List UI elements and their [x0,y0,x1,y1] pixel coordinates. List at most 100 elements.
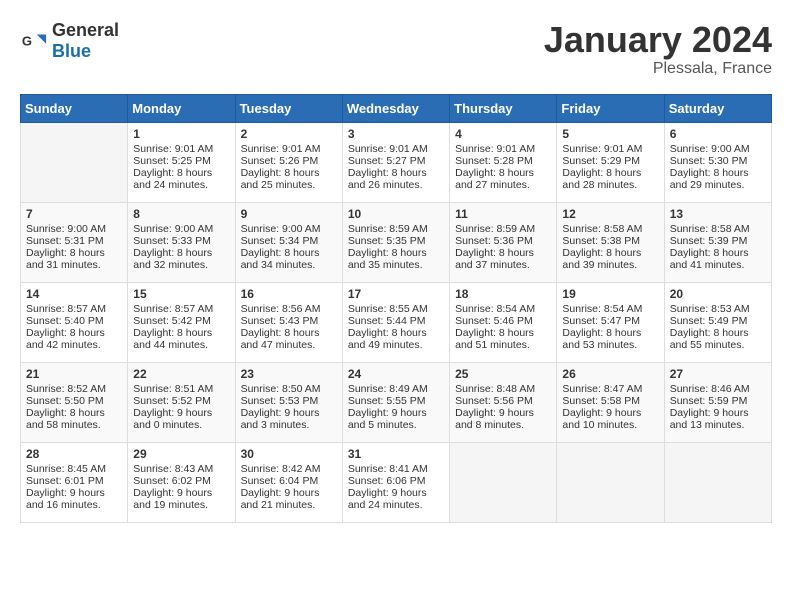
day-number: 19 [562,287,658,301]
daylight-label: Daylight: 8 hours and 49 minutes. [348,327,444,351]
sunrise-text: Sunrise: 9:01 AM [348,143,444,155]
daylight-label: Daylight: 9 hours and 10 minutes. [562,407,658,431]
calendar-cell: 21 Sunrise: 8:52 AM Sunset: 5:50 PM Dayl… [21,362,128,442]
day-number: 16 [241,287,337,301]
calendar-cell: 30 Sunrise: 8:42 AM Sunset: 6:04 PM Dayl… [235,442,342,522]
sunset-text: Sunset: 5:33 PM [133,235,229,247]
sunrise-text: Sunrise: 8:47 AM [562,383,658,395]
col-sunday: Sunday [21,94,128,122]
sunset-text: Sunset: 5:44 PM [348,315,444,327]
calendar-cell: 9 Sunrise: 9:00 AM Sunset: 5:34 PM Dayli… [235,202,342,282]
calendar-week-row: 1 Sunrise: 9:01 AM Sunset: 5:25 PM Dayli… [21,122,772,202]
day-number: 9 [241,207,337,221]
sunset-text: Sunset: 5:29 PM [562,155,658,167]
calendar-cell [557,442,664,522]
sunrise-text: Sunrise: 8:54 AM [562,303,658,315]
logo-general: General [52,20,119,40]
day-number: 28 [26,447,122,461]
daylight-label: Daylight: 9 hours and 8 minutes. [455,407,551,431]
daylight-label: Daylight: 8 hours and 35 minutes. [348,247,444,271]
sunset-text: Sunset: 6:04 PM [241,475,337,487]
daylight-label: Daylight: 9 hours and 0 minutes. [133,407,229,431]
calendar-cell: 7 Sunrise: 9:00 AM Sunset: 5:31 PM Dayli… [21,202,128,282]
sunset-text: Sunset: 5:42 PM [133,315,229,327]
calendar-cell [21,122,128,202]
day-number: 7 [26,207,122,221]
sunset-text: Sunset: 5:50 PM [26,395,122,407]
calendar-cell: 10 Sunrise: 8:59 AM Sunset: 5:35 PM Dayl… [342,202,449,282]
sunset-text: Sunset: 5:39 PM [670,235,766,247]
day-number: 14 [26,287,122,301]
sunset-text: Sunset: 6:01 PM [26,475,122,487]
sunrise-text: Sunrise: 9:01 AM [133,143,229,155]
day-number: 26 [562,367,658,381]
daylight-label: Daylight: 8 hours and 42 minutes. [26,327,122,351]
col-wednesday: Wednesday [342,94,449,122]
calendar-cell: 28 Sunrise: 8:45 AM Sunset: 6:01 PM Dayl… [21,442,128,522]
day-number: 27 [670,367,766,381]
daylight-label: Daylight: 8 hours and 24 minutes. [133,167,229,191]
daylight-label: Daylight: 8 hours and 58 minutes. [26,407,122,431]
calendar-cell: 26 Sunrise: 8:47 AM Sunset: 5:58 PM Dayl… [557,362,664,442]
daylight-label: Daylight: 8 hours and 28 minutes. [562,167,658,191]
calendar-cell: 22 Sunrise: 8:51 AM Sunset: 5:52 PM Dayl… [128,362,235,442]
calendar-cell: 23 Sunrise: 8:50 AM Sunset: 5:53 PM Dayl… [235,362,342,442]
day-number: 17 [348,287,444,301]
day-number: 22 [133,367,229,381]
logo-icon: G [20,27,48,55]
day-number: 11 [455,207,551,221]
daylight-label: Daylight: 9 hours and 16 minutes. [26,487,122,511]
calendar-week-row: 7 Sunrise: 9:00 AM Sunset: 5:31 PM Dayli… [21,202,772,282]
sunset-text: Sunset: 5:35 PM [348,235,444,247]
page-header: G General Blue January 2024 Plessala, Fr… [20,20,772,78]
daylight-label: Daylight: 9 hours and 19 minutes. [133,487,229,511]
daylight-label: Daylight: 8 hours and 41 minutes. [670,247,766,271]
sunrise-text: Sunrise: 9:00 AM [670,143,766,155]
calendar-cell: 27 Sunrise: 8:46 AM Sunset: 5:59 PM Dayl… [664,362,771,442]
daylight-label: Daylight: 9 hours and 13 minutes. [670,407,766,431]
calendar-cell: 15 Sunrise: 8:57 AM Sunset: 5:42 PM Dayl… [128,282,235,362]
calendar-cell: 2 Sunrise: 9:01 AM Sunset: 5:26 PM Dayli… [235,122,342,202]
calendar-cell: 8 Sunrise: 9:00 AM Sunset: 5:33 PM Dayli… [128,202,235,282]
sunrise-text: Sunrise: 8:57 AM [26,303,122,315]
calendar-cell: 1 Sunrise: 9:01 AM Sunset: 5:25 PM Dayli… [128,122,235,202]
sunrise-text: Sunrise: 8:53 AM [670,303,766,315]
day-number: 30 [241,447,337,461]
daylight-label: Daylight: 9 hours and 24 minutes. [348,487,444,511]
daylight-label: Daylight: 8 hours and 55 minutes. [670,327,766,351]
day-number: 4 [455,127,551,141]
sunrise-text: Sunrise: 8:58 AM [562,223,658,235]
daylight-label: Daylight: 8 hours and 29 minutes. [670,167,766,191]
sunrise-text: Sunrise: 8:51 AM [133,383,229,395]
calendar-cell: 17 Sunrise: 8:55 AM Sunset: 5:44 PM Dayl… [342,282,449,362]
sunrise-text: Sunrise: 8:54 AM [455,303,551,315]
sunset-text: Sunset: 5:47 PM [562,315,658,327]
sunrise-text: Sunrise: 8:46 AM [670,383,766,395]
sunrise-text: Sunrise: 8:52 AM [26,383,122,395]
sunset-text: Sunset: 5:36 PM [455,235,551,247]
sunrise-text: Sunrise: 9:01 AM [562,143,658,155]
calendar-table: Sunday Monday Tuesday Wednesday Thursday… [20,94,772,523]
sunset-text: Sunset: 5:26 PM [241,155,337,167]
sunset-text: Sunset: 5:27 PM [348,155,444,167]
sunrise-text: Sunrise: 8:42 AM [241,463,337,475]
daylight-label: Daylight: 8 hours and 32 minutes. [133,247,229,271]
sunrise-text: Sunrise: 9:01 AM [455,143,551,155]
day-number: 5 [562,127,658,141]
col-monday: Monday [128,94,235,122]
month-year-title: January 2024 [544,20,772,60]
calendar-cell: 13 Sunrise: 8:58 AM Sunset: 5:39 PM Dayl… [664,202,771,282]
day-number: 10 [348,207,444,221]
calendar-cell: 19 Sunrise: 8:54 AM Sunset: 5:47 PM Dayl… [557,282,664,362]
calendar-cell: 31 Sunrise: 8:41 AM Sunset: 6:06 PM Dayl… [342,442,449,522]
calendar-cell: 6 Sunrise: 9:00 AM Sunset: 5:30 PM Dayli… [664,122,771,202]
sunrise-text: Sunrise: 8:45 AM [26,463,122,475]
day-number: 24 [348,367,444,381]
sunset-text: Sunset: 6:06 PM [348,475,444,487]
day-number: 23 [241,367,337,381]
sunrise-text: Sunrise: 8:59 AM [455,223,551,235]
day-number: 25 [455,367,551,381]
sunset-text: Sunset: 5:31 PM [26,235,122,247]
calendar-cell [664,442,771,522]
logo-text: General Blue [52,20,119,62]
